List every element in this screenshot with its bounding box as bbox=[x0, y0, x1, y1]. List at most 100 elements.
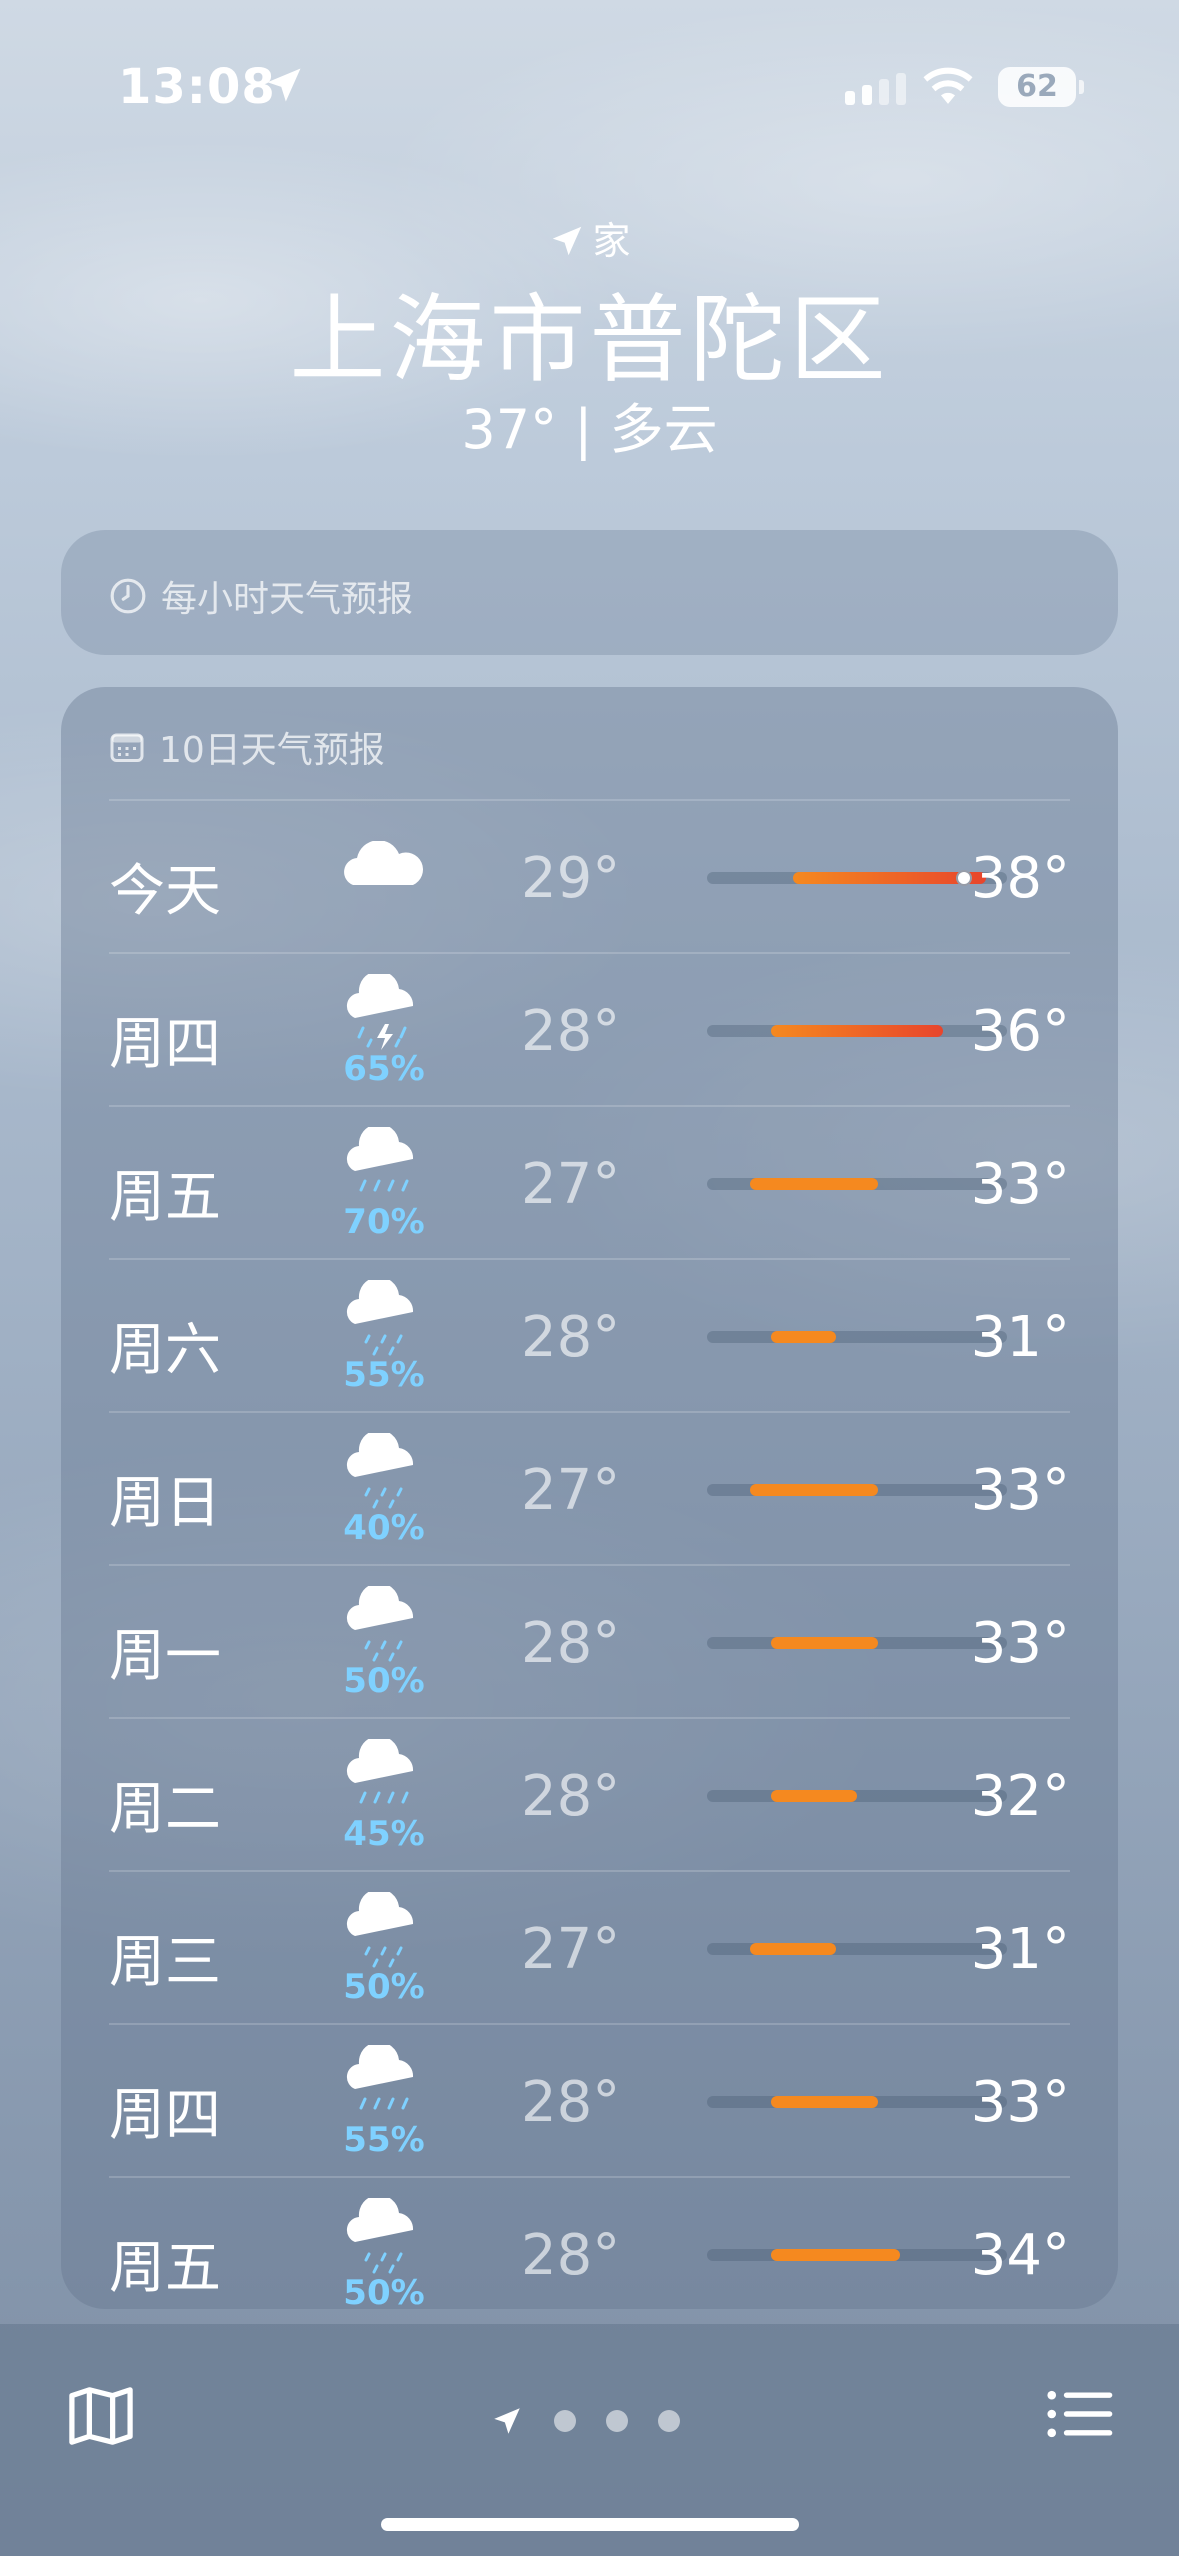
home-indicator[interactable] bbox=[381, 2518, 799, 2531]
precip-chance: 70% bbox=[343, 1202, 425, 1242]
temp-range-fill bbox=[749, 1484, 879, 1496]
temp-range-fill bbox=[771, 1637, 879, 1649]
forecast-day: 周六 bbox=[109, 1318, 221, 1383]
temp-range-bar bbox=[707, 1484, 1007, 1496]
list-icon[interactable] bbox=[1045, 2386, 1115, 2442]
ten-day-forecast-label: 10日天气预报 bbox=[159, 730, 385, 771]
status-bar: 13:08 62 bbox=[0, 55, 1179, 125]
drizzle-icon bbox=[335, 2194, 435, 2278]
temp-range-fill bbox=[771, 1025, 943, 1037]
forecast-row[interactable]: 周二 45% 28° 32° bbox=[109, 1717, 1070, 1870]
low-temp: 28° bbox=[521, 1611, 621, 1676]
forecast-day: 周四 bbox=[109, 1012, 221, 1077]
forecast-row[interactable]: 周三 50% 27° 31° bbox=[109, 1870, 1070, 2023]
thunderstorm-icon bbox=[335, 970, 435, 1054]
high-temp: 32° bbox=[970, 1764, 1070, 1829]
forecast-day: 周二 bbox=[109, 1777, 221, 1842]
forecast-day: 周四 bbox=[109, 2083, 221, 2148]
rain-icon bbox=[335, 1735, 435, 1819]
temp-range-fill bbox=[771, 1331, 836, 1343]
temp-range-bar bbox=[707, 1790, 1007, 1802]
high-temp: 36° bbox=[970, 999, 1070, 1064]
high-temp: 33° bbox=[970, 1152, 1070, 1217]
high-temp: 33° bbox=[970, 2070, 1070, 2135]
forecast-row[interactable]: 周四 55% 28° 33° bbox=[109, 2023, 1070, 2176]
high-temp: 33° bbox=[970, 1611, 1070, 1676]
precip-chance: 50% bbox=[343, 2273, 425, 2313]
cloud-icon bbox=[335, 840, 435, 921]
forecast-row[interactable]: 今天 29° 38° bbox=[109, 799, 1070, 952]
precip-chance: 40% bbox=[343, 1508, 425, 1548]
wifi-icon bbox=[923, 67, 973, 104]
high-temp: 31° bbox=[970, 1917, 1070, 1982]
temp-range-bar bbox=[707, 1331, 1007, 1343]
low-temp: 28° bbox=[521, 2070, 621, 2135]
forecast-day: 周五 bbox=[109, 2236, 221, 2301]
page-dot[interactable] bbox=[554, 2410, 576, 2432]
temp-range-fill bbox=[771, 2249, 900, 2261]
temp-range-bar bbox=[707, 1025, 1007, 1037]
location-tag-label: 家 bbox=[592, 219, 631, 263]
forecast-row[interactable]: 周一 50% 28° 33° bbox=[109, 1564, 1070, 1717]
temp-range-fill bbox=[771, 2096, 879, 2108]
drizzle-icon bbox=[335, 1582, 435, 1666]
precip-chance: 65% bbox=[343, 1049, 425, 1089]
hourly-forecast-card[interactable]: 每小时天气预报 bbox=[61, 530, 1118, 655]
cellular-signal-icon bbox=[845, 73, 906, 105]
temp-range-fill bbox=[749, 1178, 879, 1190]
rain-icon bbox=[335, 1123, 435, 1207]
page-dot[interactable] bbox=[606, 2410, 628, 2432]
forecast-day: 周三 bbox=[109, 1930, 221, 1995]
forecast-day: 今天 bbox=[109, 859, 221, 924]
status-time: 13:08 bbox=[118, 59, 276, 115]
map-icon[interactable] bbox=[66, 2384, 136, 2448]
forecast-day: 周五 bbox=[109, 1165, 221, 1230]
current-conditions: 37° | 多云 bbox=[461, 398, 718, 461]
low-temp: 28° bbox=[521, 999, 621, 1064]
forecast-row[interactable]: 周四 65% 28° 36° bbox=[109, 952, 1070, 1105]
temp-range-bar bbox=[707, 1637, 1007, 1649]
forecast-row[interactable]: 周五 50% 28° 34° bbox=[109, 2176, 1070, 2329]
precip-chance: 55% bbox=[343, 2120, 425, 2160]
temp-range-fill bbox=[749, 1943, 836, 1955]
city-name: 上海市普陀区 bbox=[289, 284, 890, 396]
location-arrow-icon bbox=[267, 68, 301, 102]
drizzle-icon bbox=[335, 1888, 435, 1972]
temp-range-bar bbox=[707, 1178, 1007, 1190]
calendar-icon bbox=[110, 733, 144, 762]
low-temp: 29° bbox=[521, 846, 621, 911]
low-temp: 28° bbox=[521, 2223, 621, 2288]
ten-day-forecast-card[interactable]: 10日天气预报 今天 29° 38° 周四 65% 28° 36° 周五 70%… bbox=[61, 687, 1118, 2313]
low-temp: 27° bbox=[521, 1917, 621, 1982]
forecast-day: 周一 bbox=[109, 1624, 221, 1689]
precip-chance: 55% bbox=[343, 1355, 425, 1395]
low-temp: 28° bbox=[521, 1764, 621, 1829]
low-temp: 28° bbox=[521, 1305, 621, 1370]
high-temp: 33° bbox=[970, 1458, 1070, 1523]
forecast-day: 周日 bbox=[109, 1471, 221, 1536]
high-temp: 38° bbox=[970, 846, 1070, 911]
clock-icon bbox=[110, 578, 146, 614]
page-indicator[interactable] bbox=[490, 2404, 680, 2438]
location-tag: 家 bbox=[0, 210, 1179, 265]
rain-icon bbox=[335, 2041, 435, 2125]
temp-range-fill bbox=[771, 1790, 857, 1802]
drizzle-icon bbox=[335, 1276, 435, 1360]
page-dot[interactable] bbox=[658, 2410, 680, 2432]
high-temp: 31° bbox=[970, 1305, 1070, 1370]
temp-range-bar bbox=[707, 2249, 1007, 2261]
temp-range-bar bbox=[707, 870, 1007, 886]
forecast-row[interactable]: 周六 55% 28° 31° bbox=[109, 1258, 1070, 1411]
precip-chance: 50% bbox=[343, 1967, 425, 2007]
battery-icon: 62 bbox=[998, 67, 1084, 107]
drizzle-icon bbox=[335, 1429, 435, 1513]
forecast-row[interactable]: 周五 70% 27° 33° bbox=[109, 1105, 1070, 1258]
precip-chance: 50% bbox=[343, 1661, 425, 1701]
hourly-forecast-label: 每小时天气预报 bbox=[161, 579, 414, 620]
current-location-page-icon[interactable] bbox=[490, 2404, 524, 2438]
low-temp: 27° bbox=[521, 1458, 621, 1523]
location-arrow-icon bbox=[553, 226, 582, 256]
forecast-row[interactable]: 周日 40% 27° 33° bbox=[109, 1411, 1070, 1564]
daily-forecast-list: 今天 29° 38° 周四 65% 28° 36° 周五 70% 27° 33°… bbox=[109, 799, 1070, 2329]
temp-range-bar bbox=[707, 1943, 1007, 1955]
